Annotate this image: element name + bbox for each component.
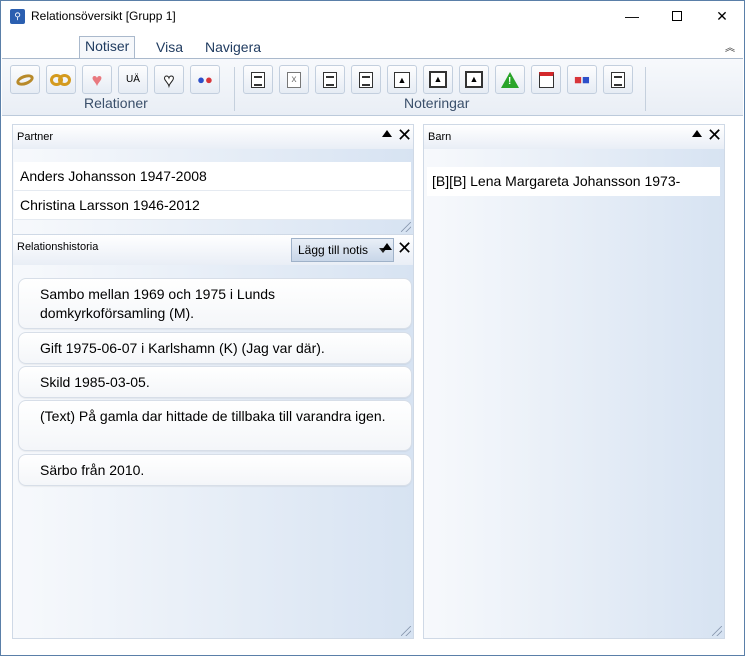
image-frame-button[interactable]: ▲ xyxy=(423,65,453,94)
group-divider xyxy=(234,67,235,111)
panel-title: Relationshistoria xyxy=(17,241,99,253)
maximize-button[interactable] xyxy=(654,1,700,31)
ribbon-toolbar: ♥ UÄ ♥ ●● Relationer x ▲ ▲ ▲ ! ■■ Noteri… xyxy=(2,58,743,116)
add-note-dropdown[interactable]: Lägg till notis xyxy=(291,238,394,262)
text-ua-icon: UÄ xyxy=(126,74,140,85)
note-text-button[interactable] xyxy=(243,65,273,94)
broken-heart-button[interactable]: ♥ xyxy=(154,65,184,94)
group-label-noteringar: Noteringar xyxy=(404,95,470,111)
family-tree-icon: ⚲ xyxy=(10,9,25,24)
title-bar: ⚲ Relationsöversikt [Grupp 1] — ✕ xyxy=(1,1,744,31)
panel-title: Barn xyxy=(428,131,452,143)
tab-navigera[interactable]: Navigera xyxy=(200,38,266,56)
add-note-label: Lägg till notis xyxy=(298,243,369,257)
note-lines-button[interactable] xyxy=(351,65,381,94)
warning-button[interactable]: ! xyxy=(495,65,525,94)
partner-row[interactable]: Christina Larsson 1946-2012 xyxy=(14,191,411,220)
document-image-icon: ▲ xyxy=(394,71,410,88)
move-up-icon[interactable] xyxy=(382,243,392,250)
minimize-button[interactable]: — xyxy=(609,1,655,31)
move-up-icon[interactable] xyxy=(382,130,392,137)
note-card[interactable]: Skild 1985-03-05. xyxy=(18,366,412,398)
group-note-button[interactable]: ■■ xyxy=(567,65,597,94)
resize-grip-icon[interactable] xyxy=(401,626,411,636)
ribbon-tabs: Notiser Visa Navigera ︽ xyxy=(1,31,744,59)
close-button[interactable]: ✕ xyxy=(699,1,745,31)
warning-icon: ! xyxy=(501,71,519,88)
history-panel-header: Relationshistoria Lägg till notis ✕ xyxy=(13,235,413,265)
broken-heart-icon: ♥ xyxy=(163,69,175,90)
note-card[interactable]: (Text) På gamla dar hittade de tillbaka … xyxy=(18,400,412,451)
document-list-icon xyxy=(323,71,337,88)
partner-row[interactable]: Anders Johansson 1947-2008 xyxy=(14,162,411,191)
double-rings-icon xyxy=(50,73,72,87)
document-text-icon xyxy=(251,71,265,88)
panel-title: Partner xyxy=(17,131,54,143)
couple-icon: ●● xyxy=(197,72,213,87)
close-panel-icon[interactable]: ✕ xyxy=(397,238,412,258)
tab-visa[interactable]: Visa xyxy=(151,38,188,56)
note-x-button[interactable]: x xyxy=(279,65,309,94)
window-title: Relationsöversikt [Grupp 1] xyxy=(31,9,176,23)
ua-button[interactable]: UÄ xyxy=(118,65,148,94)
document-x-icon: x xyxy=(287,71,301,88)
note-list-button[interactable] xyxy=(315,65,345,94)
smiling-heart-button[interactable]: ♥ xyxy=(82,65,112,94)
image-caption-icon: ▲ xyxy=(465,71,483,88)
tab-notiser[interactable]: Notiser xyxy=(79,36,136,59)
group-divider xyxy=(645,67,646,111)
note-image-button[interactable]: ▲ xyxy=(387,65,417,94)
image-caption-button[interactable]: ▲ xyxy=(459,65,489,94)
relation-overview-window: ⚲ Relationsöversikt [Grupp 1] — ✕ Notise… xyxy=(0,0,745,656)
note-card[interactable]: Gift 1975-06-07 i Karlshamn (K) (Jag var… xyxy=(18,332,412,364)
note-pin-icon xyxy=(538,71,554,88)
children-panel: Barn ✕ [B][B] Lena Margareta Johansson 1… xyxy=(423,124,725,639)
relation-history-panel: Relationshistoria Lägg till notis ✕ Samb… xyxy=(12,234,414,639)
resize-grip-icon[interactable] xyxy=(712,626,722,636)
maximize-icon xyxy=(672,11,682,21)
smiling-heart-icon: ♥ xyxy=(91,69,103,90)
children-panel-header: Barn ✕ xyxy=(424,125,724,149)
single-ring-icon xyxy=(14,71,36,88)
note-card[interactable]: Särbo från 2010. xyxy=(18,454,412,486)
move-up-icon[interactable] xyxy=(692,130,702,137)
close-panel-icon[interactable]: ✕ xyxy=(707,125,722,145)
document-header-icon xyxy=(611,71,625,88)
note-pin-button[interactable] xyxy=(531,65,561,94)
partner-panel: Partner ✕ Anders Johansson 1947-2008 Chr… xyxy=(12,124,414,235)
double-rings-button[interactable] xyxy=(46,65,76,94)
close-panel-icon[interactable]: ✕ xyxy=(397,125,412,145)
partner-panel-header: Partner ✕ xyxy=(13,125,413,149)
couple-button[interactable]: ●● xyxy=(190,65,220,94)
note-header-button[interactable] xyxy=(603,65,633,94)
note-card[interactable]: Sambo mellan 1969 och 1975 i Lunds domky… xyxy=(18,278,412,329)
resize-grip-icon[interactable] xyxy=(401,222,411,232)
single-ring-button[interactable] xyxy=(10,65,40,94)
group-note-icon: ■■ xyxy=(574,72,590,87)
child-row[interactable]: [B][B] Lena Margareta Johansson 1973- xyxy=(427,167,720,196)
image-frame-icon: ▲ xyxy=(429,71,447,88)
group-label-relationer: Relationer xyxy=(84,95,148,111)
chevron-up-icon[interactable]: ︽ xyxy=(725,39,735,54)
document-lines-icon xyxy=(359,71,373,88)
